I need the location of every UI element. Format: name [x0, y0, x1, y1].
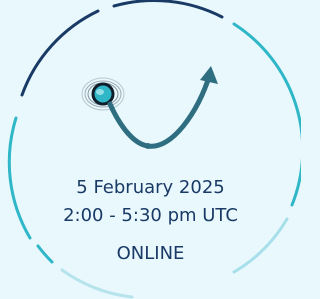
swoosh-arrow: [107, 71, 213, 149]
ring-arc-bottom: [60, 268, 134, 299]
ring-arc-top: [112, 0, 224, 19]
dot-icon: [145, 143, 151, 149]
event-date: 5 February 2025: [76, 177, 225, 198]
event-card: 5 February 2025 2:00 - 5:30 pm UTC ONLIN…: [0, 0, 301, 299]
orbit-arrow-logo: [81, 66, 218, 149]
event-mode: ONLINE: [116, 243, 185, 264]
arrow-head-icon: [200, 66, 218, 84]
event-time: 2:00 - 5:30 pm UTC: [63, 205, 238, 226]
planet-icon: [91, 82, 115, 106]
